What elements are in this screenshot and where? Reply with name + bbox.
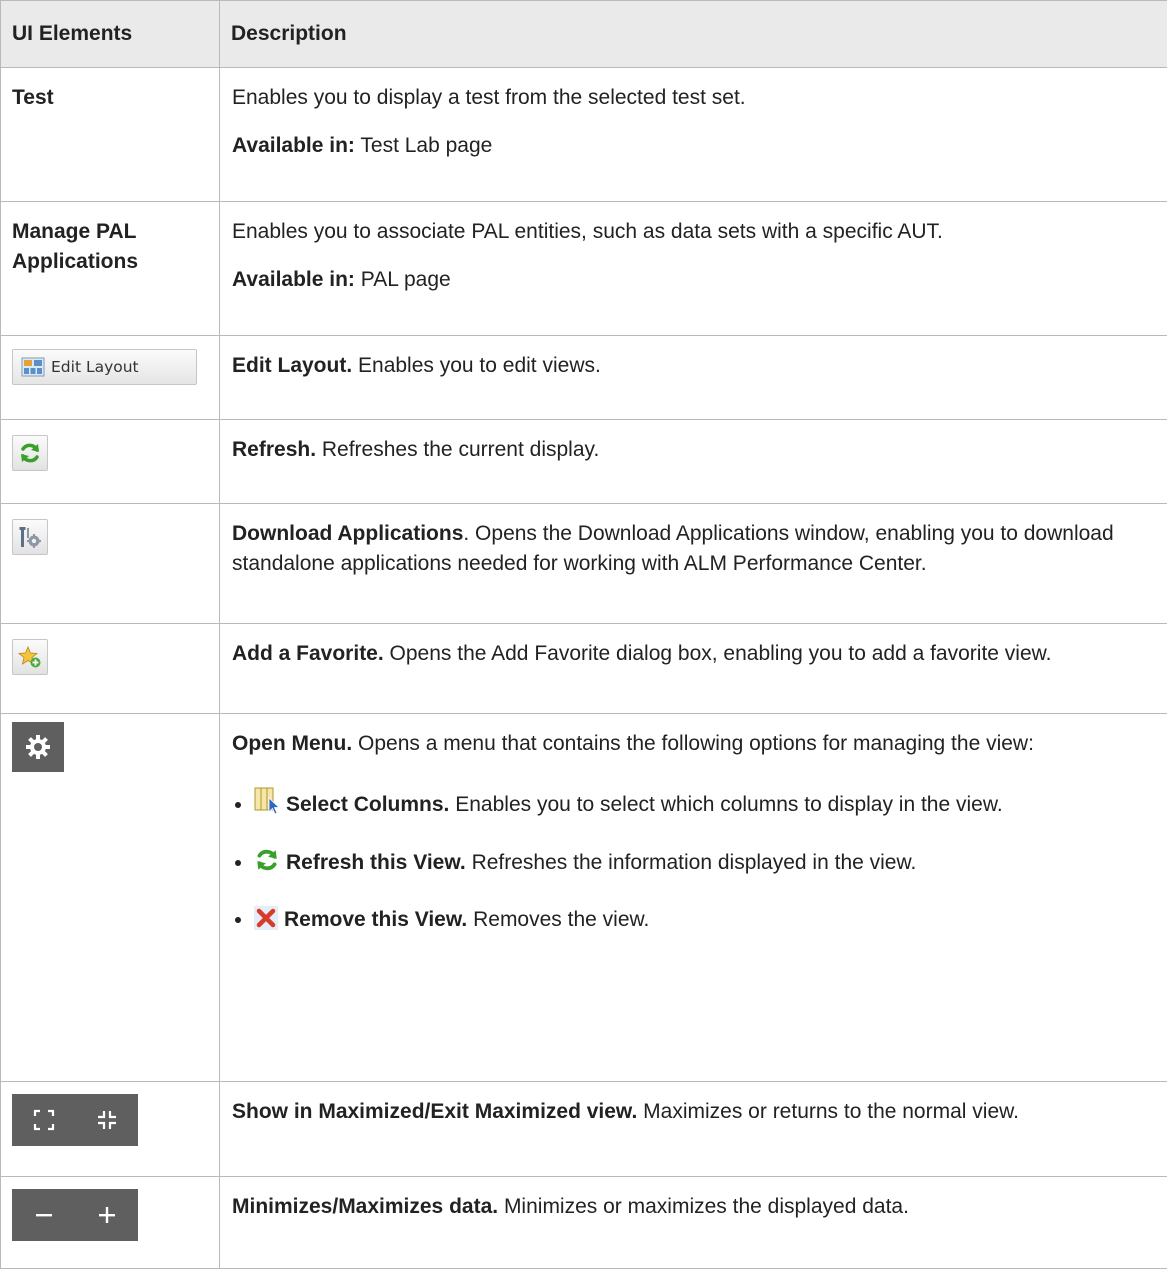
table-row: Edit Layout Edit Layout. Enables you to … — [1, 336, 1167, 420]
description-text: Enables you to associate PAL entities, s… — [232, 217, 1155, 247]
description-title: Add a Favorite. — [232, 642, 384, 665]
availability-label: Available in: — [232, 268, 355, 291]
table-row: Test Enables you to display a test from … — [1, 68, 1167, 202]
description-text: Download Applications. Opens the Downloa… — [232, 519, 1155, 579]
option-title: Select Columns. — [286, 793, 449, 816]
select-columns-icon — [254, 787, 280, 815]
availability-label: Available in: — [232, 134, 355, 157]
description-cell: Enables you to associate PAL entities, s… — [220, 202, 1167, 336]
description-title: Edit Layout. — [232, 354, 352, 377]
description-body: Refreshes the current display. — [322, 438, 599, 461]
option-desc: Enables you to select which columns to d… — [455, 793, 1002, 816]
list-item: Refresh this View. Refreshes the informa… — [254, 847, 1155, 878]
availability-text: Available in: Test Lab page — [232, 131, 1155, 161]
description-body: Minimizes or maximizes the displayed dat… — [504, 1195, 909, 1218]
open-menu-button[interactable] — [12, 722, 64, 772]
description-text: Minimizes/Maximizes data. Minimizes or m… — [232, 1192, 1155, 1222]
star-add-icon — [18, 645, 42, 669]
ui-elements-table: UI Elements Description Test Enables you… — [0, 0, 1167, 1269]
table-row: Manage PAL Applications Enables you to a… — [1, 202, 1167, 336]
description-cell: Show in Maximized/Exit Maximized view. M… — [220, 1082, 1167, 1177]
minus-icon — [34, 1205, 54, 1225]
description-title: Download Applications — [232, 522, 463, 545]
option-desc: Refreshes the information displayed in t… — [472, 851, 917, 874]
description-cell: Edit Layout. Enables you to edit views. — [220, 336, 1167, 420]
download-applications-button[interactable] — [12, 519, 48, 555]
description-cell: Refresh. Refreshes the current display. — [220, 420, 1167, 504]
description-cell: Minimizes/Maximizes data. Minimizes or m… — [220, 1177, 1167, 1269]
exit-maximize-icon — [96, 1109, 118, 1131]
gear-icon — [25, 734, 51, 760]
description-text: Open Menu. Opens a menu that contains th… — [232, 729, 1155, 759]
description-title: Minimizes/Maximizes data. — [232, 1195, 498, 1218]
element-cell — [1, 624, 220, 714]
list-item: Remove this View. Removes the view. — [254, 905, 1155, 935]
remove-x-icon — [254, 906, 278, 930]
description-text: Enables you to display a test from the s… — [232, 83, 1155, 113]
element-cell — [1, 504, 220, 624]
option-desc: Removes the view. — [473, 908, 649, 931]
description-title: Show in Maximized/Exit Maximized view. — [232, 1100, 637, 1123]
list-item: Select Columns. Enables you to select wh… — [254, 787, 1155, 820]
description-body: Maximizes or returns to the normal view. — [643, 1100, 1019, 1123]
layout-icon — [21, 356, 45, 378]
edit-layout-button[interactable]: Edit Layout — [12, 349, 197, 385]
table-row: Show in Maximized/Exit Maximized view. M… — [1, 1082, 1167, 1177]
description-text: Refresh. Refreshes the current display. — [232, 435, 1155, 465]
availability-text: Available in: PAL page — [232, 265, 1155, 295]
option-title: Remove this View. — [284, 908, 467, 931]
header-ui-elements: UI Elements — [1, 1, 220, 68]
description-cell: Add a Favorite. Opens the Add Favorite d… — [220, 624, 1167, 714]
table-row: Add a Favorite. Opens the Add Favorite d… — [1, 624, 1167, 714]
element-cell — [1, 714, 220, 1082]
minimize-maximize-data-button[interactable] — [12, 1189, 138, 1241]
element-test-label: Test — [1, 68, 220, 202]
description-cell: Open Menu. Opens a menu that contains th… — [220, 714, 1167, 1082]
element-cell: Edit Layout — [1, 336, 220, 420]
description-text: Edit Layout. Enables you to edit views. — [232, 351, 1155, 381]
table-row: Minimizes/Maximizes data. Minimizes or m… — [1, 1177, 1167, 1269]
refresh-icon — [254, 847, 280, 873]
header-description: Description — [220, 1, 1167, 68]
description-cell: Enables you to display a test from the s… — [220, 68, 1167, 202]
description-cell: Download Applications. Opens the Downloa… — [220, 504, 1167, 624]
tools-gear-icon — [18, 525, 42, 549]
element-cell — [1, 1177, 220, 1269]
description-body: Opens the Add Favorite dialog box, enabl… — [390, 642, 1052, 665]
availability-value: Test Lab page — [360, 134, 492, 157]
menu-options-list: Select Columns. Enables you to select wh… — [232, 787, 1155, 935]
element-cell — [1, 420, 220, 504]
table-row: Open Menu. Opens a menu that contains th… — [1, 714, 1167, 1082]
description-text: Add a Favorite. Opens the Add Favorite d… — [232, 639, 1155, 669]
description-title: Open Menu. — [232, 732, 352, 755]
table-row: Download Applications. Opens the Downloa… — [1, 504, 1167, 624]
element-cell — [1, 1082, 220, 1177]
add-favorite-button[interactable] — [12, 639, 48, 675]
refresh-button[interactable] — [12, 435, 48, 471]
description-text: Show in Maximized/Exit Maximized view. M… — [232, 1097, 1155, 1127]
option-title: Refresh this View. — [286, 851, 466, 874]
edit-layout-button-label: Edit Layout — [51, 352, 139, 382]
table-row: Refresh. Refreshes the current display. — [1, 420, 1167, 504]
maximize-toggle-button[interactable] — [12, 1094, 138, 1146]
table-header-row: UI Elements Description — [1, 1, 1167, 68]
refresh-icon — [18, 441, 42, 465]
description-title: Refresh. — [232, 438, 316, 461]
description-body: Opens a menu that contains the following… — [358, 732, 1034, 755]
availability-value: PAL page — [361, 268, 451, 291]
maximize-icon — [33, 1109, 55, 1131]
element-manage-pal-label: Manage PAL Applications — [1, 202, 220, 336]
plus-icon — [97, 1205, 117, 1225]
description-body: Enables you to edit views. — [358, 354, 601, 377]
